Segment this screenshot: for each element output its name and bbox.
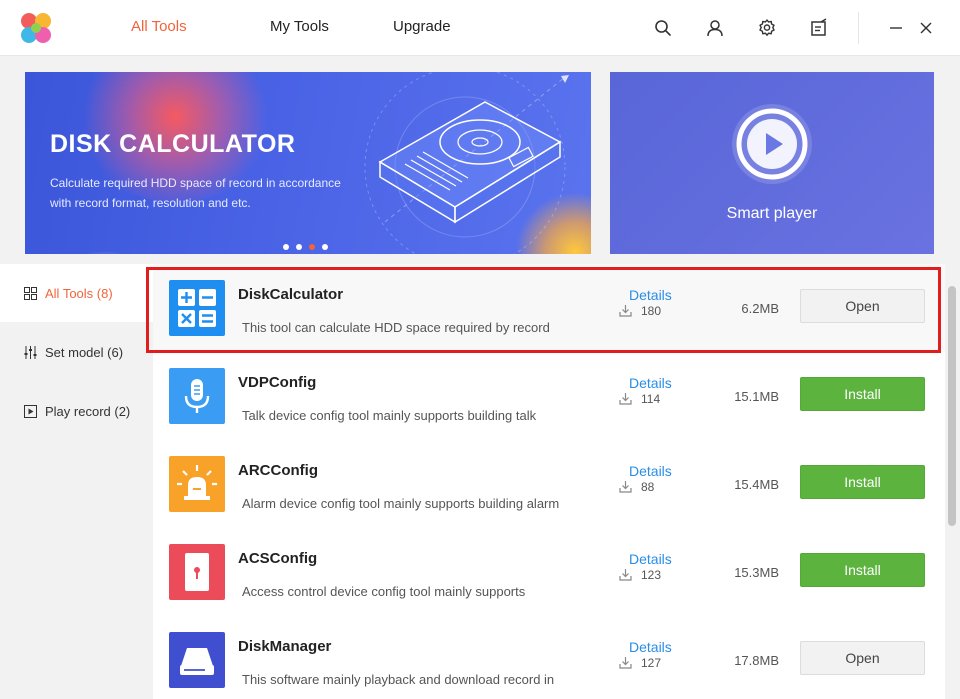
window-controls-separator <box>858 12 859 44</box>
file-size: 15.3MB <box>734 565 779 580</box>
disk-calculator-banner[interactable]: DISK CALCULATOR Calculate required HDD s… <box>25 72 591 254</box>
open-button[interactable]: Open <box>800 641 925 675</box>
sidebar: All Tools (8) Set model (6) Play record … <box>0 264 153 699</box>
install-button[interactable]: Install <box>800 465 925 499</box>
play-icon <box>732 104 812 184</box>
download-icon <box>619 569 632 581</box>
tool-name: VDPConfig <box>238 374 317 391</box>
tab-all-tools[interactable]: All Tools <box>131 18 187 35</box>
banner-dot-active[interactable] <box>309 244 315 250</box>
tool-row-vdpconfig[interactable]: VDPConfig Talk device config tool mainly… <box>153 352 945 440</box>
download-count: 127 <box>641 656 662 670</box>
tab-upgrade[interactable]: Upgrade <box>393 18 451 35</box>
notes-icon[interactable] <box>809 18 829 38</box>
scrollbar-thumb[interactable] <box>948 286 956 526</box>
details-link[interactable]: Details <box>629 375 672 391</box>
tool-name: ACSConfig <box>238 550 318 567</box>
sidebar-item-set-model[interactable]: Set model (6) <box>0 323 153 381</box>
download-count: 88 <box>641 480 655 494</box>
smart-player-banner[interactable]: Smart player <box>610 72 934 254</box>
sliders-icon <box>24 346 37 359</box>
banner-dot[interactable] <box>283 244 289 250</box>
sidebar-item-play-record[interactable]: Play record (2) <box>0 382 153 440</box>
details-link[interactable]: Details <box>629 463 672 479</box>
tool-description: Access control device config tool mainly… <box>242 584 526 599</box>
banner-description: Calculate required HDD space of record i… <box>50 176 341 210</box>
search-icon[interactable] <box>653 18 673 38</box>
sidebar-item-label: Play record (2) <box>45 404 131 419</box>
file-size: 17.8MB <box>734 653 779 668</box>
drive-icon <box>169 632 225 688</box>
play-box-icon <box>24 405 37 418</box>
sidebar-item-label: Set model (6) <box>45 345 124 360</box>
file-size: 15.1MB <box>734 389 779 404</box>
details-link[interactable]: Details <box>629 551 672 567</box>
tool-description: Talk device config tool mainly supports … <box>242 408 537 423</box>
banner-title: DISK CALCULATOR <box>50 130 296 158</box>
sidebar-item-all-tools[interactable]: All Tools (8) <box>0 264 153 322</box>
tool-row-diskmanager[interactable]: DiskManager This software mainly playbac… <box>153 616 945 699</box>
install-button[interactable]: Install <box>800 377 925 411</box>
sidebar-item-label: All Tools (8) <box>45 286 113 301</box>
minimize-icon[interactable] <box>886 18 906 38</box>
app-logo <box>21 13 51 43</box>
grid-icon <box>24 287 37 300</box>
smart-player-label: Smart player <box>726 205 818 222</box>
download-icon <box>619 393 632 405</box>
install-button[interactable]: Install <box>800 553 925 587</box>
door-icon <box>169 544 225 600</box>
tool-row-acsconfig[interactable]: ACSConfig Access control device config t… <box>153 528 945 616</box>
user-icon[interactable] <box>705 18 725 38</box>
tab-my-tools[interactable]: My Tools <box>270 18 329 35</box>
download-count: 114 <box>641 392 661 406</box>
tool-description: Alarm device config tool mainly supports… <box>242 496 560 511</box>
banner-pagination <box>283 237 335 250</box>
alarm-icon <box>169 456 225 512</box>
selection-highlight-frame <box>146 267 941 353</box>
top-bar: All Tools My Tools Upgrade <box>0 0 960 56</box>
banner-dot[interactable] <box>322 244 328 250</box>
tool-name: DiskManager <box>238 638 332 655</box>
banner-dot[interactable] <box>296 244 302 250</box>
banner-glow-decoration <box>45 252 165 254</box>
details-link[interactable]: Details <box>629 639 672 655</box>
hard-drive-illustration <box>364 72 569 254</box>
download-icon <box>619 657 632 669</box>
tool-row-arcconfig[interactable]: ARCConfig Alarm device config tool mainl… <box>153 440 945 528</box>
tool-name: ARCConfig <box>238 462 318 479</box>
download-count: 123 <box>641 568 662 582</box>
download-icon <box>619 481 632 493</box>
close-icon[interactable] <box>916 18 936 38</box>
microphone-icon <box>169 368 225 424</box>
gear-icon[interactable] <box>757 18 777 38</box>
file-size: 15.4MB <box>734 477 779 492</box>
tool-description: This software mainly playback and downlo… <box>242 672 555 687</box>
